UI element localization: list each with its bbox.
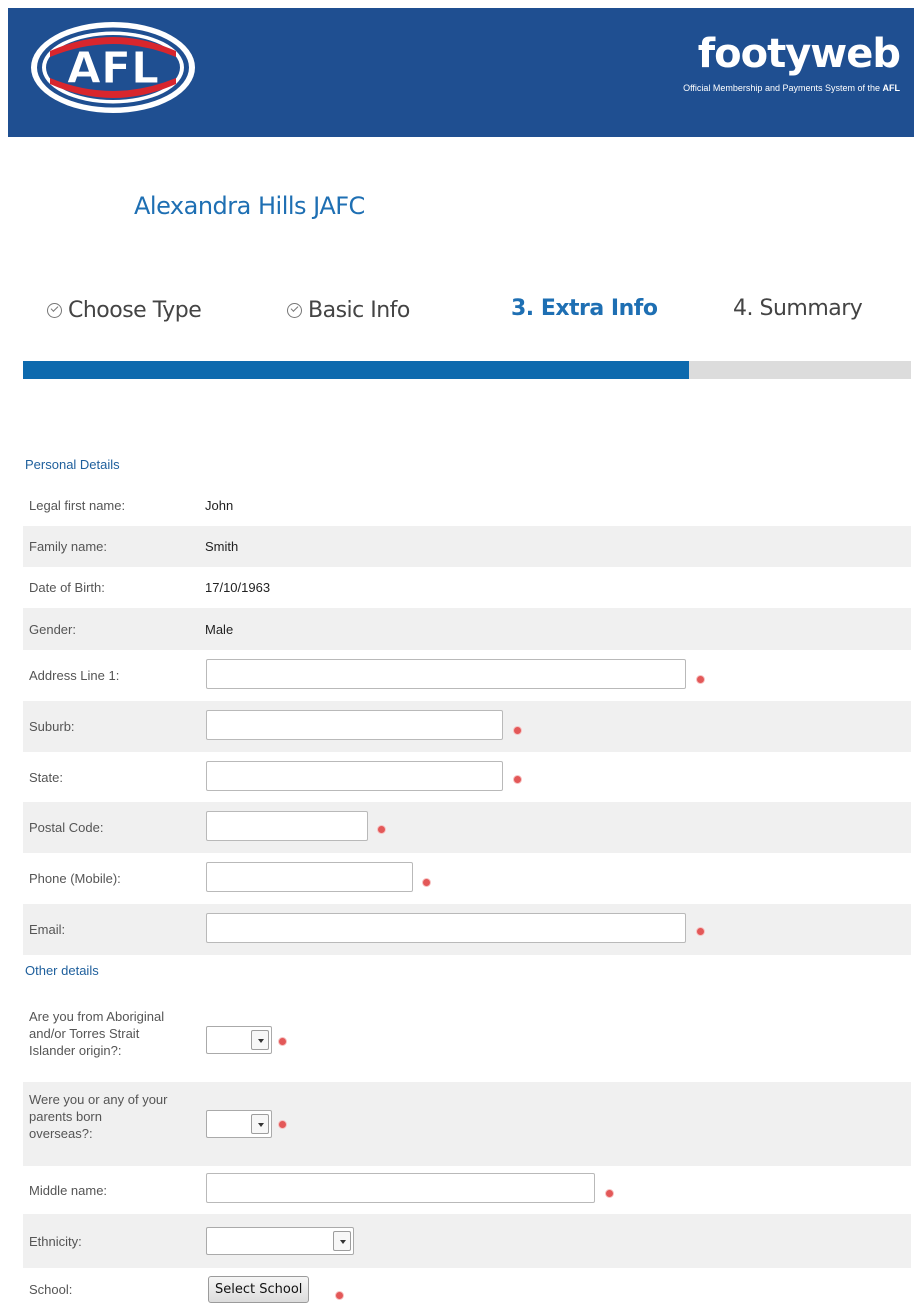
- form-row-born-overseas: Were you or any of your parents born overs…: [23, 1082, 911, 1166]
- aboriginal-label: Are you from Aboriginal and/or Torres Str…: [29, 1009, 165, 1058]
- middle-name-input[interactable]: [206, 1173, 595, 1203]
- required-icon: [423, 879, 430, 886]
- suburb-label: Suburb:: [29, 719, 75, 734]
- required-icon: [697, 928, 704, 935]
- phone-label: Phone (Mobile):: [29, 871, 121, 886]
- required-icon: [514, 727, 521, 734]
- brand-subtitle: Official Membership and Payments System …: [683, 83, 900, 93]
- form-row-first-name: Legal first name: John: [23, 484, 911, 526]
- step-extra-info: 3. Extra Info: [511, 296, 658, 321]
- phone-input[interactable]: [206, 862, 413, 892]
- afl-logo-text: AFL: [67, 43, 159, 94]
- form-row-school: School: Select School: [23, 1268, 911, 1310]
- form-row-family-name: Family name: Smith: [23, 526, 911, 567]
- required-icon: [697, 676, 704, 683]
- ethnicity-label: Ethnicity:: [29, 1233, 82, 1249]
- email-input[interactable]: [206, 913, 686, 943]
- school-label: School:: [29, 1281, 73, 1297]
- gender-label: Gender:: [29, 621, 76, 637]
- form-row-postal-code: Postal Code:: [23, 802, 911, 853]
- check-circle-icon: [47, 303, 62, 318]
- dob-value: 17/10/1963: [205, 580, 271, 595]
- born-overseas-select[interactable]: [206, 1110, 272, 1138]
- site-header: AFL footyweb Official Membership and Pay…: [8, 8, 914, 137]
- form-row-suburb: Suburb:: [23, 701, 911, 752]
- form-row-dob: Date of Birth: 17/10/1963: [23, 567, 911, 608]
- brand-title: footyweb: [697, 31, 901, 77]
- dropdown-arrow-icon: [251, 1030, 269, 1050]
- middle-name-label: Middle name:: [29, 1182, 108, 1198]
- dropdown-arrow-icon: [333, 1231, 351, 1251]
- dob-label: Date of Birth:: [29, 580, 105, 595]
- family-name-label: Family name:: [29, 539, 108, 554]
- gender-value: Male: [205, 621, 234, 637]
- form-row-gender: Gender: Male: [23, 608, 911, 650]
- aboriginal-select[interactable]: [206, 1026, 272, 1054]
- postal-code-label: Postal Code:: [29, 820, 104, 835]
- personal-details-heading: Personal Details: [25, 457, 120, 472]
- form-row-aboriginal: Are you from Aboriginal and/or Torres Str…: [23, 998, 911, 1082]
- form-row-ethnicity: Ethnicity:: [23, 1214, 911, 1268]
- progress-bar-fill: [23, 361, 689, 379]
- step-summary: 4. Summary: [733, 296, 863, 321]
- required-icon: [279, 1121, 286, 1128]
- postal-code-input[interactable]: [206, 811, 368, 841]
- address-label: Address Line 1:: [29, 668, 120, 683]
- form-row-state: State:: [23, 752, 911, 802]
- family-name-value: Smith: [205, 539, 239, 554]
- state-label: State:: [29, 769, 63, 785]
- step-basic-info[interactable]: Basic Info: [287, 298, 410, 323]
- state-input[interactable]: [206, 761, 503, 791]
- email-label: Email:: [29, 922, 66, 937]
- select-school-button[interactable]: Select School: [208, 1276, 310, 1303]
- dropdown-arrow-icon: [251, 1114, 269, 1134]
- progress-bar: [23, 361, 911, 379]
- form-row-phone: Phone (Mobile):: [23, 853, 911, 904]
- required-icon: [606, 1190, 613, 1197]
- club-name: Alexandra Hills JAFC: [134, 192, 365, 220]
- born-overseas-label: Were you or any of your parents born overs…: [29, 1092, 168, 1141]
- required-icon: [514, 776, 521, 783]
- ethnicity-select[interactable]: [206, 1227, 354, 1255]
- form-row-address: Address Line 1:: [23, 650, 911, 701]
- check-circle-icon: [287, 303, 302, 318]
- first-name-value: John: [205, 497, 234, 513]
- other-details-heading: Other details: [25, 963, 99, 978]
- required-icon: [336, 1292, 343, 1299]
- step-choose-type[interactable]: Choose Type: [47, 298, 202, 323]
- afl-logo[interactable]: AFL: [30, 21, 196, 114]
- suburb-input[interactable]: [206, 710, 503, 740]
- address-input[interactable]: [206, 659, 686, 689]
- first-name-label: Legal first name:: [29, 497, 126, 513]
- form-row-middle-name: Middle name:: [23, 1166, 911, 1214]
- form-row-email: Email:: [23, 904, 911, 955]
- required-icon: [378, 826, 385, 833]
- footyweb-brand: footyweb Official Membership and Payment…: [683, 31, 901, 94]
- required-icon: [279, 1038, 286, 1045]
